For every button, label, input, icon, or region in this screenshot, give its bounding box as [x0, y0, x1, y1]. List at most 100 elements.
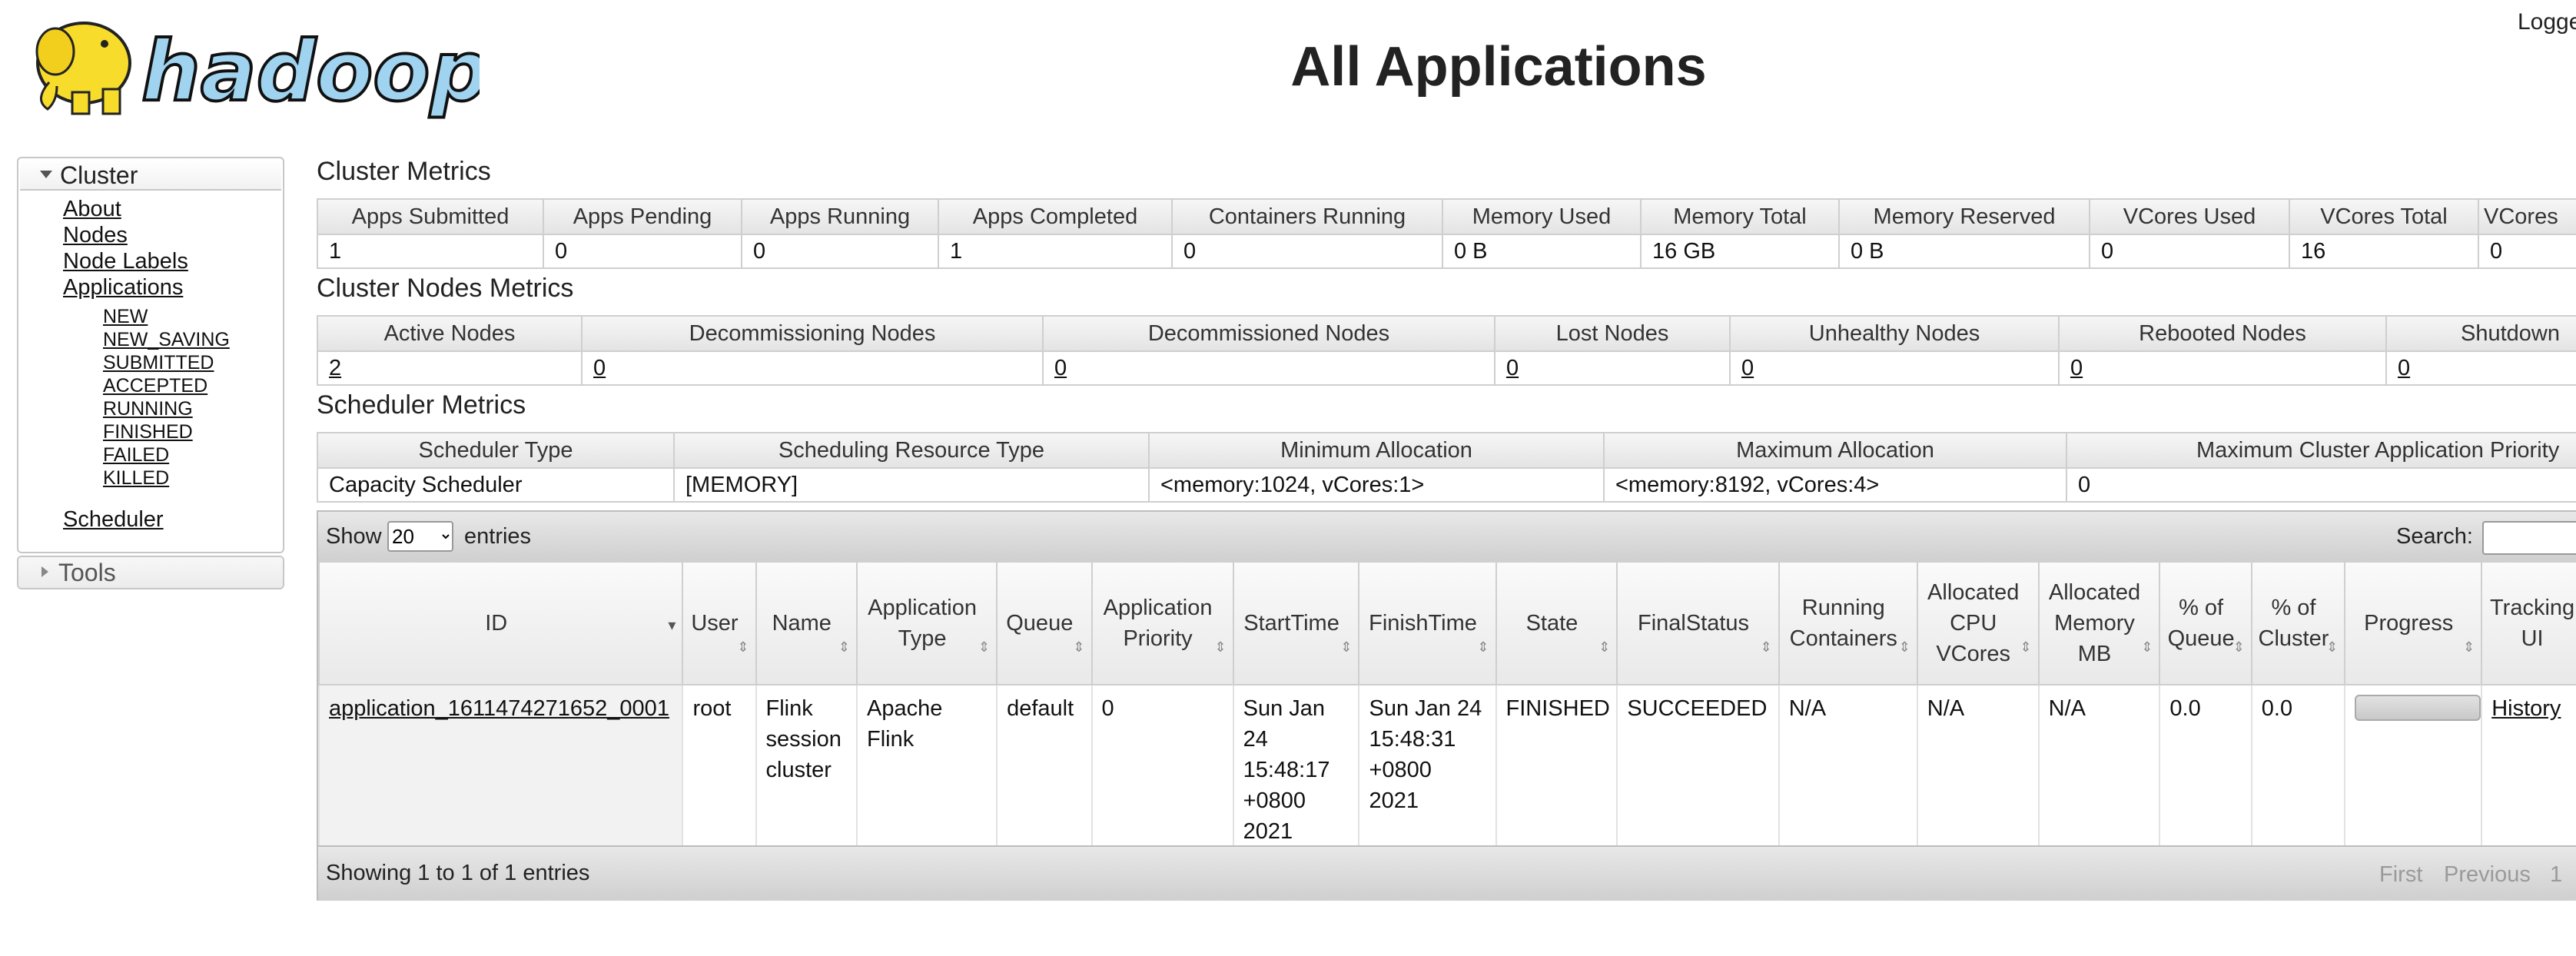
header-shutdown-nodes: Shutdown — [2385, 315, 2576, 352]
cell-name: Flink session cluster — [755, 684, 858, 859]
nav-link-nodes[interactable]: Nodes — [63, 223, 128, 248]
value-unhealthy-nodes[interactable]: 0 — [1729, 350, 2060, 386]
pager-previous-button[interactable]: Previous — [2444, 862, 2531, 888]
col-header-start-time[interactable]: StartTime ⇕ — [1232, 563, 1360, 685]
value-vcores-reserved: 0 — [2478, 234, 2576, 269]
sort-icon: ⇕ — [2232, 639, 2245, 655]
sort-icon: ⇕ — [2020, 639, 2032, 655]
col-header-pct-queue-label: % of Queue — [2167, 596, 2235, 651]
col-header-application-type[interactable]: Application Type ⇕ — [856, 563, 998, 685]
nav-state-killed[interactable]: KILLED — [103, 467, 169, 490]
col-header-application-priority[interactable]: Application Priority ⇕ — [1090, 563, 1234, 685]
nav-state-finished[interactable]: FINISHED — [103, 421, 193, 443]
value-vcores-total: 16 — [2289, 234, 2479, 269]
value-rebooted-nodes[interactable]: 0 — [2058, 350, 2387, 386]
col-header-queue[interactable]: Queue ⇕ — [996, 563, 1093, 685]
cell-app-id: application_1611474271652_0001 — [317, 684, 684, 859]
header-memory-used: Memory Used — [1442, 198, 1642, 235]
nodes-metrics-title: Cluster Nodes Metrics — [317, 274, 574, 303]
value-decommissioning-nodes[interactable]: 0 — [581, 350, 1044, 386]
cell-allocated-vcores: N/A — [1916, 684, 2040, 859]
col-header-allocated-memory-label: Allocated Memory MB — [2048, 580, 2141, 666]
entries-label: entries — [464, 524, 532, 549]
nav-state-submitted[interactable]: SUBMITTED — [103, 352, 214, 374]
col-header-queue-label: Queue — [1006, 611, 1074, 636]
cluster-metrics-table: Apps Submitted Apps Pending Apps Running… — [317, 198, 2576, 269]
value-memory-reserved: 0 B — [1838, 234, 2090, 269]
value-apps-submitted: 1 — [317, 234, 544, 269]
col-header-finish-time-label: FinishTime — [1369, 611, 1477, 636]
nav-link-applications[interactable]: Applications — [63, 275, 183, 300]
col-header-name[interactable]: Name ⇕ — [755, 563, 858, 685]
col-header-tracking-ui[interactable]: Tracking UI⇕ — [2481, 563, 2576, 685]
value-active-nodes[interactable]: 2 — [317, 350, 583, 386]
cell-finish-time: Sun Jan 24 15:48:31 +0800 2021 — [1358, 684, 1497, 859]
nav-link-node-labels[interactable]: Node Labels — [63, 249, 188, 274]
cell-final-status: SUCCEEDED — [1616, 684, 1780, 859]
col-header-finish-time[interactable]: FinishTime ⇕ — [1358, 563, 1497, 685]
col-header-state[interactable]: State ⇕ — [1495, 563, 1618, 685]
col-header-running-containers[interactable]: Running Containers ⇕ — [1778, 563, 1918, 685]
nav-state-running[interactable]: RUNNING — [103, 398, 193, 420]
value-apps-pending: 0 — [543, 234, 742, 269]
page-length-select[interactable]: 20 — [387, 521, 453, 552]
cell-start-time: Sun Jan 24 15:48:17 +0800 2021 — [1232, 684, 1360, 859]
app-id-link[interactable]: application_1611474271652_0001 — [329, 696, 669, 721]
datatable-top-bar: Show 20 entries Search: — [318, 512, 2576, 563]
col-header-user[interactable]: User ⇕ — [682, 563, 757, 685]
value-containers-running: 0 — [1171, 234, 1443, 269]
sort-icon: ⇕ — [1214, 639, 1227, 655]
value-memory-used: 0 B — [1442, 234, 1642, 269]
chevron-right-icon — [41, 566, 48, 577]
col-header-state-label: State — [1525, 611, 1578, 636]
nav-state-new[interactable]: NEW — [103, 306, 148, 328]
sort-icon: ⇕ — [2463, 639, 2475, 655]
value-scheduler-type: Capacity Scheduler — [317, 467, 675, 503]
header-apps-submitted: Apps Submitted — [317, 198, 544, 235]
col-header-tracking-ui-label: Tracking UI — [2490, 596, 2575, 651]
cell-user: root — [682, 684, 757, 859]
header-vcores-total: VCores Total — [2289, 198, 2479, 235]
nav-link-about[interactable]: About — [63, 197, 121, 222]
value-apps-running: 0 — [741, 234, 939, 269]
sort-icon: ⇕ — [2141, 639, 2153, 655]
sort-icon: ⇕ — [1598, 639, 1611, 655]
cell-tracking-ui: History — [2481, 684, 2576, 859]
cell-progress — [2344, 684, 2483, 859]
col-header-final-status[interactable]: FinalStatus ⇕ — [1616, 563, 1780, 685]
cell-running-containers: N/A — [1778, 684, 1918, 859]
value-vcores-used: 0 — [2089, 234, 2290, 269]
progress-bar — [2355, 695, 2481, 721]
pager-first-button[interactable]: First — [2379, 862, 2422, 888]
logged-in-text: Logge — [2518, 9, 2576, 35]
col-header-pct-cluster[interactable]: % of Cluster ⇕ — [2250, 563, 2346, 685]
value-decommissioned-nodes[interactable]: 0 — [1042, 350, 1495, 386]
scheduler-metrics-value-row: Capacity Scheduler [MEMORY] <memory:1024… — [317, 467, 2576, 503]
nav-state-new-saving[interactable]: NEW_SAVING — [103, 329, 230, 351]
col-header-allocated-memory[interactable]: Allocated Memory MB ⇕ — [2037, 563, 2161, 685]
value-shutdown-nodes[interactable]: 0 — [2385, 350, 2576, 386]
col-header-progress[interactable]: Progress ⇕ — [2344, 563, 2483, 685]
nav-state-failed[interactable]: FAILED — [103, 444, 169, 466]
tracking-history-link[interactable]: History — [2491, 696, 2561, 721]
datatable-bottom-bar: Showing 1 to 1 of 1 entries First Previo… — [318, 845, 2576, 901]
col-header-allocated-vcores[interactable]: Allocated CPU VCores ⇕ — [1916, 563, 2040, 685]
search-input[interactable] — [2482, 521, 2576, 555]
nav-link-scheduler[interactable]: Scheduler — [63, 507, 164, 533]
value-memory-total: 16 GB — [1640, 234, 1840, 269]
cell-queue: default — [996, 684, 1093, 859]
page-title: All Applications — [1290, 36, 1707, 98]
pager-page-1-button[interactable]: 1 — [2550, 862, 2562, 888]
value-lost-nodes[interactable]: 0 — [1494, 350, 1731, 386]
nodes-metrics-table: Active Nodes Decommissioning Nodes Decom… — [317, 315, 2576, 386]
value-max-app-priority: 0 — [2066, 467, 2576, 503]
show-label: Show — [326, 524, 382, 549]
header-containers-running: Containers Running — [1171, 198, 1443, 235]
col-header-allocated-vcores-label: Allocated CPU VCores — [1927, 580, 2020, 666]
col-header-pct-queue[interactable]: % of Queue ⇕ — [2159, 563, 2252, 685]
nav-state-accepted[interactable]: ACCEPTED — [103, 375, 207, 397]
nav-tools-header[interactable]: Tools — [17, 556, 284, 589]
scheduler-metrics-header-row: Scheduler Type Scheduling Resource Type … — [317, 432, 2576, 469]
nav-cluster-header[interactable]: Cluster — [20, 160, 281, 191]
col-header-id[interactable]: ID ▾ — [317, 563, 684, 685]
